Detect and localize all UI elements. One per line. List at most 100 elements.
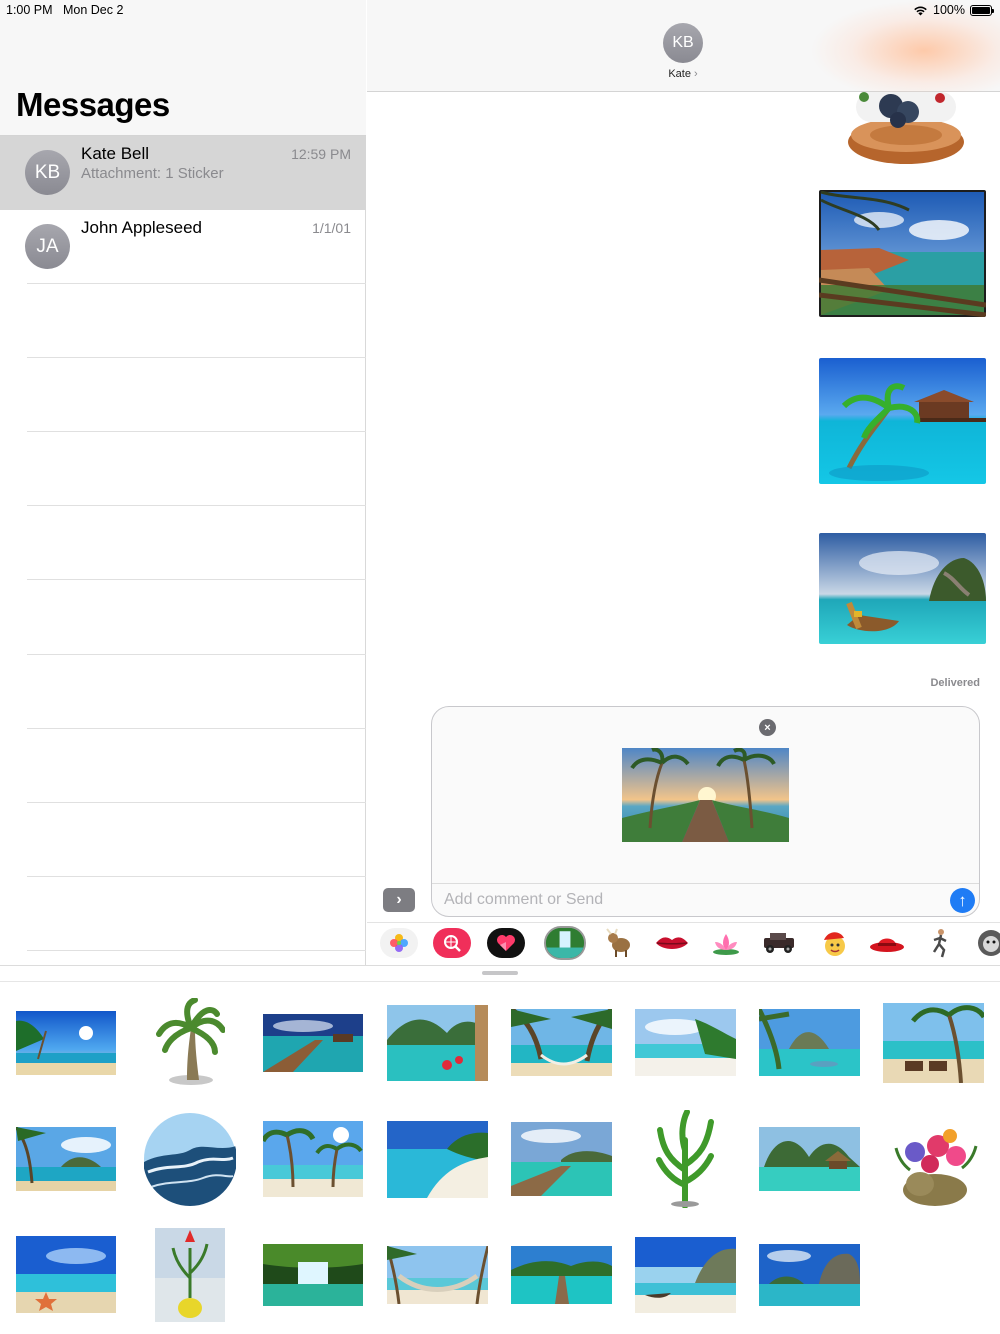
photos-icon[interactable] <box>380 928 418 958</box>
contact-name-button[interactable]: Kate › <box>643 68 723 80</box>
sticker-image <box>263 1244 363 1306</box>
message-sticker-flower-pot[interactable] <box>836 92 971 167</box>
row-divider <box>27 876 366 877</box>
sticker-jetty-bay[interactable] <box>511 1122 612 1196</box>
sticker-beach-palm-sun[interactable] <box>16 1011 116 1075</box>
wifi-icon <box>914 6 927 15</box>
status-bar-right: 100% <box>913 3 994 17</box>
sticker-palm-beach-sun[interactable] <box>263 1121 363 1197</box>
car-sticker-icon[interactable] <box>760 928 798 958</box>
status-time: 1:00 PM <box>6 3 53 17</box>
sticker-cliff-beach-boat[interactable] <box>635 1237 736 1313</box>
contact-avatar-button[interactable]: KB <box>663 23 703 63</box>
sticker-image <box>16 1127 116 1191</box>
sticker-wooden-pier-sea[interactable] <box>263 1014 363 1072</box>
heart-glyph <box>497 935 515 951</box>
sticker-image <box>511 1009 612 1076</box>
web-search-icon[interactable] <box>433 928 471 958</box>
waterfall-sticker-app-icon[interactable] <box>544 926 586 960</box>
goat-sticker-icon[interactable] <box>600 928 638 958</box>
animal-glyph <box>978 930 1000 956</box>
row-divider <box>27 579 366 580</box>
sticker-image <box>387 1246 488 1304</box>
sticker-waterfall-forest[interactable] <box>263 1244 363 1306</box>
lotus-sticker-icon[interactable] <box>707 928 745 958</box>
conversation-row-john-appleseed[interactable]: JA John Appleseed 1/1/01 <box>0 210 366 284</box>
contact-name: Kate Bell <box>81 144 150 163</box>
remove-attachment-button[interactable]: × <box>759 719 776 736</box>
expand-apps-button[interactable]: › <box>383 888 415 912</box>
car-glyph <box>764 933 794 953</box>
sticker-image <box>263 1121 363 1197</box>
sticker-sea-starfish[interactable] <box>16 1236 116 1313</box>
sticker-image <box>263 1014 363 1072</box>
sticker-image <box>144 1113 236 1206</box>
conversation-row-kate-bell[interactable]: KB Kate Bell Attachment: 1 Sticker 12:59… <box>0 136 366 210</box>
sticker-turquoise-cove[interactable] <box>759 1009 860 1076</box>
sticker-image <box>759 1127 860 1191</box>
row-divider <box>27 950 366 951</box>
sticker-pier-island[interactable] <box>511 1246 612 1304</box>
arrow-up-icon: ↑ <box>958 890 967 910</box>
sticker-ocean-wave-circle[interactable] <box>143 1112 237 1206</box>
runner-glyph <box>932 929 947 958</box>
sticker-image <box>635 1237 736 1313</box>
sticker-image <box>511 1246 612 1304</box>
attachment-preview-pier-sunset[interactable] <box>622 748 789 842</box>
avatar: JA <box>25 224 70 269</box>
sticker-green-plant[interactable] <box>645 1110 725 1208</box>
sticker-island-hut[interactable] <box>759 1127 860 1191</box>
battery-icon <box>970 4 994 16</box>
runner-sticker-icon[interactable] <box>921 928 959 958</box>
tray-grabber-handle[interactable] <box>482 971 518 975</box>
hat-glyph <box>870 938 904 952</box>
delivered-status: Delivered <box>930 677 980 689</box>
sticker-palm-island-view[interactable] <box>16 1127 116 1191</box>
row-divider <box>27 728 366 729</box>
compose-divider <box>432 883 979 884</box>
status-date: Mon Dec 2 <box>62 3 124 17</box>
flower-pot-sticker <box>848 92 964 164</box>
beach-cliff-photo <box>819 190 986 317</box>
sticker-flower-pot[interactable] <box>890 1120 980 1208</box>
animal-sticker-icon[interactable] <box>976 928 1000 958</box>
hat-sticker-icon[interactable] <box>868 928 906 958</box>
chevron-right-icon: › <box>694 68 698 80</box>
heart-sticker-icon[interactable] <box>487 928 525 958</box>
sticker-shore-shallow-water[interactable] <box>387 1121 488 1198</box>
message-time: 1/1/01 <box>312 220 351 236</box>
drawer-separator <box>0 965 1000 966</box>
lips-sticker-icon[interactable] <box>653 928 691 958</box>
sticker-image <box>759 1244 860 1306</box>
sticker-hammock-palms[interactable] <box>511 1009 612 1076</box>
goat-glyph <box>606 928 630 957</box>
sticker-rock-island-bay[interactable] <box>759 1244 860 1306</box>
sticker-image <box>155 1228 225 1322</box>
sticker-palm-tree[interactable] <box>155 998 225 1088</box>
chevron-right-icon: › <box>396 891 402 908</box>
tray-top-line <box>0 981 1000 982</box>
page-title: Messages <box>16 86 170 123</box>
sticker-flower-vase[interactable] <box>155 1228 225 1322</box>
pier-sunset-photo <box>622 748 789 842</box>
santa-emoji-icon[interactable] <box>814 928 852 958</box>
contact-name: John Appleseed <box>81 218 202 237</box>
battery-percent: 100% <box>933 3 965 17</box>
message-photo-longtail-boat[interactable] <box>819 533 986 644</box>
sticker-image <box>16 1011 116 1075</box>
sticker-beach-hammock[interactable] <box>387 1246 488 1304</box>
message-photo-overwater-bungalow[interactable] <box>819 358 986 484</box>
send-button[interactable]: ↑ <box>950 888 975 913</box>
overwater-bungalow-photo <box>819 358 986 484</box>
row-divider <box>27 505 366 506</box>
sticker-image <box>656 1110 714 1208</box>
message-input[interactable]: Add comment or Send <box>444 891 603 909</box>
sticker-white-sand-beach[interactable] <box>635 1009 736 1076</box>
row-divider <box>27 283 366 284</box>
sticker-image <box>387 1121 488 1198</box>
sticker-tropical-bay-flowers[interactable] <box>387 1005 488 1081</box>
photos-glyph <box>390 934 408 952</box>
sticker-beach-chairs-palm[interactable] <box>883 1003 984 1083</box>
message-preview: Attachment: 1 Sticker <box>81 165 224 182</box>
message-photo-beach-cliff[interactable] <box>819 190 986 317</box>
